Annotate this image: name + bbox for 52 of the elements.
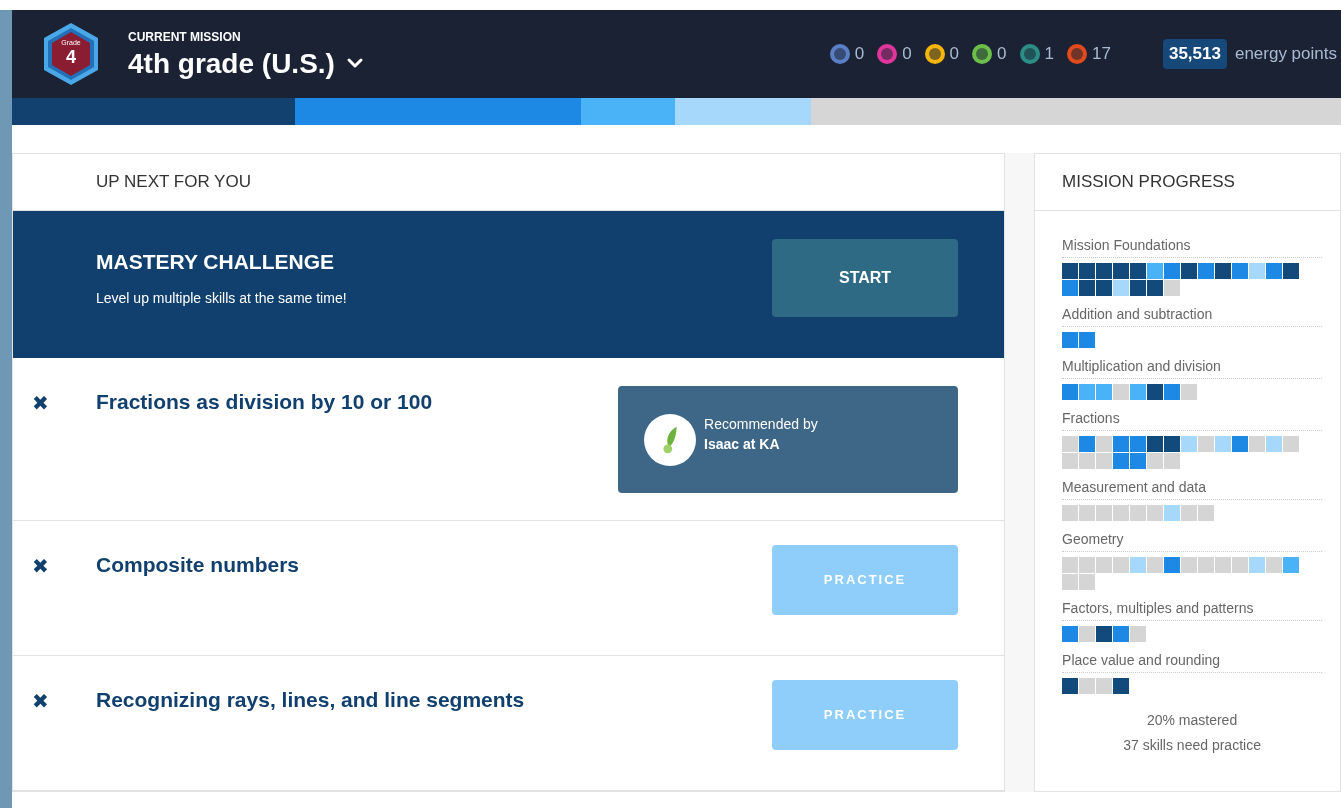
skill-group-name: Place value and rounding [1062,650,1323,673]
badge-count: 17 [1092,43,1111,66]
recommender-name: Isaac at KA [704,434,781,454]
challenge-subtitle: Level up multiple skills at the same time! [96,288,347,308]
dismiss-button[interactable]: ✖ [13,386,96,418]
challenge-title: MASTERY CHALLENGE [96,249,335,276]
dismiss-button[interactable]: ✖ [13,549,96,581]
badge-count: 0 [854,43,865,66]
skill-square[interactable] [1062,263,1079,279]
skill-square[interactable] [1181,263,1198,279]
recommended-by-label: Recommended by [704,415,818,435]
badge-count: 0 [902,43,912,66]
energy-points-count: 35,513 [1162,39,1227,69]
skill-square[interactable] [1096,280,1113,296]
mastered-percent: 20% mastered [1146,711,1238,730]
skill-group-name: Geometry [1062,529,1323,552]
skill-square[interactable] [1130,280,1147,296]
badge-count: 0 [949,43,960,66]
mission-selector[interactable]: 4th grade (U.S.) [128,45,367,81]
card-title: UP NEXT FOR YOU [96,171,251,194]
badge-count: 0 [997,43,1007,66]
skill-group-name: Mission Foundations [1062,235,1323,258]
badge-count: 1 [1044,43,1054,66]
skill-square[interactable] [1096,263,1113,279]
skill-square[interactable] [1113,678,1130,694]
skill-square[interactable] [1283,263,1300,279]
energy-points-label: energy points [1234,43,1337,66]
skill-group-name: Addition and subtraction [1062,304,1323,327]
skill-square[interactable] [1096,626,1113,642]
skill-title: Composite numbers [96,552,300,578]
skill-square[interactable] [1147,280,1164,296]
skill-square[interactable] [1079,263,1096,279]
skill-square[interactable] [1215,263,1232,279]
dismiss-button[interactable]: ✖ [13,684,96,716]
skills-need-practice: 37 skills need practice [1123,736,1261,755]
skill-title: Recognizing rays, lines, and line segments [96,687,525,713]
start-button[interactable]: START [772,238,959,317]
grade-number: 4 [66,46,76,69]
card-title: MISSION PROGRESS [1062,171,1235,194]
skill-square[interactable] [1062,678,1079,694]
skill-title: Fractions as division by 10 or 100 [96,389,433,415]
current-mission-label: CURRENT MISSION [128,28,242,46]
skill-square[interactable] [1079,280,1096,296]
skill-square[interactable] [1147,384,1164,400]
skill-group-name: Multiplication and division [1062,356,1323,379]
skill-group-name: Fractions [1062,408,1323,431]
skill-group-name: Measurement and data [1062,477,1323,500]
skill-square[interactable] [1113,263,1130,279]
skill-group-name: Factors, multiples and patterns [1062,598,1323,621]
skill-square[interactable] [1147,436,1164,452]
skill-square[interactable] [1130,263,1147,279]
skill-square[interactable] [1164,436,1181,452]
